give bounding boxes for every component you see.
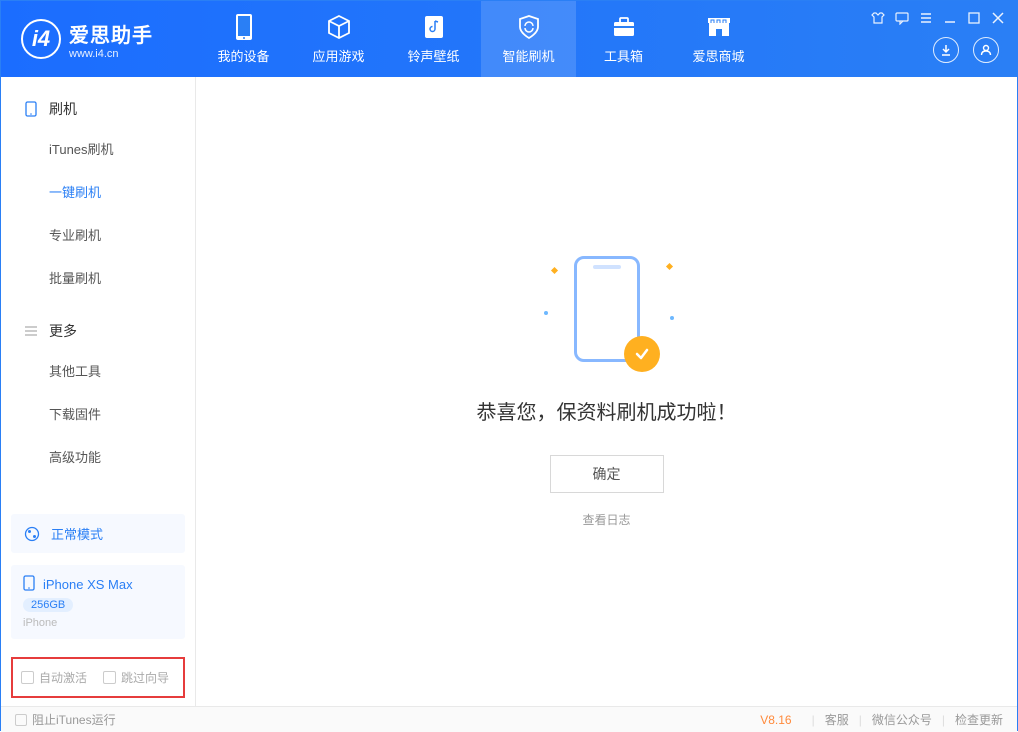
checkbox-auto-activate[interactable]: 自动激活 [21, 669, 87, 686]
sidebar: 刷机 iTunes刷机 一键刷机 专业刷机 批量刷机 更多 其他工具 下载固件 … [1, 77, 196, 706]
footer-link-support[interactable]: 客服 [825, 711, 849, 728]
minimize-icon[interactable] [943, 11, 957, 25]
success-illustration [562, 256, 652, 366]
logo-area: i4 爱思助手 www.i4.cn [1, 19, 196, 60]
sidebar-section-flash: 刷机 iTunes刷机 一键刷机 专业刷机 批量刷机 [1, 77, 195, 299]
device-type: iPhone [23, 617, 173, 629]
nav-label: 应用游戏 [312, 46, 364, 65]
header-actions [933, 37, 999, 63]
sidebar-item-download-firmware[interactable]: 下载固件 [1, 392, 195, 435]
window-controls [871, 11, 1005, 25]
device-mode-card[interactable]: 正常模式 [11, 514, 185, 553]
device-storage: 256GB [23, 598, 73, 612]
nav-tab-apps[interactable]: 应用游戏 [291, 1, 386, 77]
checkbox-icon [21, 671, 34, 684]
device-info-card[interactable]: iPhone XS Max 256GB iPhone [11, 565, 185, 639]
sidebar-item-batch-flash[interactable]: 批量刷机 [1, 256, 195, 299]
store-icon [705, 13, 733, 41]
maximize-icon[interactable] [967, 11, 981, 25]
nav-tab-ringtones[interactable]: 铃声壁纸 [386, 1, 481, 77]
cube-icon [325, 13, 353, 41]
app-logo-text: 爱思助手 www.i4.cn [69, 19, 153, 60]
device-mode-label: 正常模式 [51, 524, 103, 543]
nav-label: 铃声壁纸 [407, 46, 459, 65]
download-button[interactable] [933, 37, 959, 63]
nav-tabs: 我的设备 应用游戏 铃声壁纸 智能刷机 工具箱 爱思商城 [196, 1, 766, 77]
close-icon[interactable] [991, 11, 1005, 25]
footer-link-wechat[interactable]: 微信公众号 [872, 711, 932, 728]
sidebar-item-pro-flash[interactable]: 专业刷机 [1, 213, 195, 256]
block-itunes-label[interactable]: 阻止iTunes运行 [32, 711, 116, 728]
tshirt-icon[interactable] [871, 11, 885, 25]
header-bar: i4 爱思助手 www.i4.cn 我的设备 应用游戏 铃声壁纸 智能刷机 工具… [1, 1, 1017, 77]
footer-bar: 阻止iTunes运行 V8.16 | 客服 | 微信公众号 | 检查更新 [1, 706, 1017, 732]
nav-label: 智能刷机 [502, 46, 554, 65]
app-logo-icon: i4 [21, 19, 61, 59]
device-name: iPhone XS Max [43, 577, 133, 592]
nav-tab-device[interactable]: 我的设备 [196, 1, 291, 77]
version-label: V8.16 [760, 713, 791, 727]
view-log-link[interactable]: 查看日志 [582, 511, 630, 528]
success-title: 恭喜您，保资料刷机成功啦！ [477, 396, 737, 425]
menu-icon[interactable] [919, 11, 933, 25]
sidebar-item-itunes-flash[interactable]: iTunes刷机 [1, 127, 195, 170]
toolbox-icon [610, 13, 638, 41]
nav-tab-store[interactable]: 爱思商城 [671, 1, 766, 77]
nav-tab-toolbox[interactable]: 工具箱 [576, 1, 671, 77]
shield-sync-icon [515, 13, 543, 41]
nav-tab-flash[interactable]: 智能刷机 [481, 1, 576, 77]
options-row: 自动激活 跳过向导 [11, 657, 185, 698]
section-title: 刷机 [49, 99, 77, 119]
device-icon [230, 13, 258, 41]
sidebar-item-other-tools[interactable]: 其他工具 [1, 349, 195, 392]
checkbox-icon[interactable] [15, 714, 27, 726]
checkbox-icon [103, 671, 116, 684]
device-phone-icon [23, 575, 35, 594]
user-button[interactable] [973, 37, 999, 63]
nav-label: 我的设备 [217, 46, 269, 65]
feedback-icon[interactable] [895, 11, 909, 25]
check-badge-icon [624, 336, 660, 372]
app-name: 爱思助手 [69, 19, 153, 48]
phone-icon [23, 101, 39, 117]
footer-link-update[interactable]: 检查更新 [955, 711, 1003, 728]
checkbox-skip-wizard[interactable]: 跳过向导 [103, 669, 169, 686]
nav-label: 工具箱 [604, 46, 643, 65]
mode-icon [23, 525, 41, 543]
sidebar-section-more: 更多 其他工具 下载固件 高级功能 [1, 299, 195, 478]
list-icon [23, 323, 39, 339]
checkbox-label: 自动激活 [39, 669, 87, 686]
checkbox-label: 跳过向导 [121, 669, 169, 686]
main-content: 恭喜您，保资料刷机成功啦！ 确定 查看日志 [196, 77, 1017, 706]
music-file-icon [420, 13, 448, 41]
confirm-button[interactable]: 确定 [550, 455, 664, 493]
app-url: www.i4.cn [69, 48, 153, 60]
sidebar-header-flash: 刷机 [1, 91, 195, 127]
section-title: 更多 [49, 321, 77, 341]
nav-label: 爱思商城 [692, 46, 744, 65]
sidebar-item-advanced[interactable]: 高级功能 [1, 435, 195, 478]
sidebar-item-oneclick-flash[interactable]: 一键刷机 [1, 170, 195, 213]
sidebar-header-more: 更多 [1, 313, 195, 349]
